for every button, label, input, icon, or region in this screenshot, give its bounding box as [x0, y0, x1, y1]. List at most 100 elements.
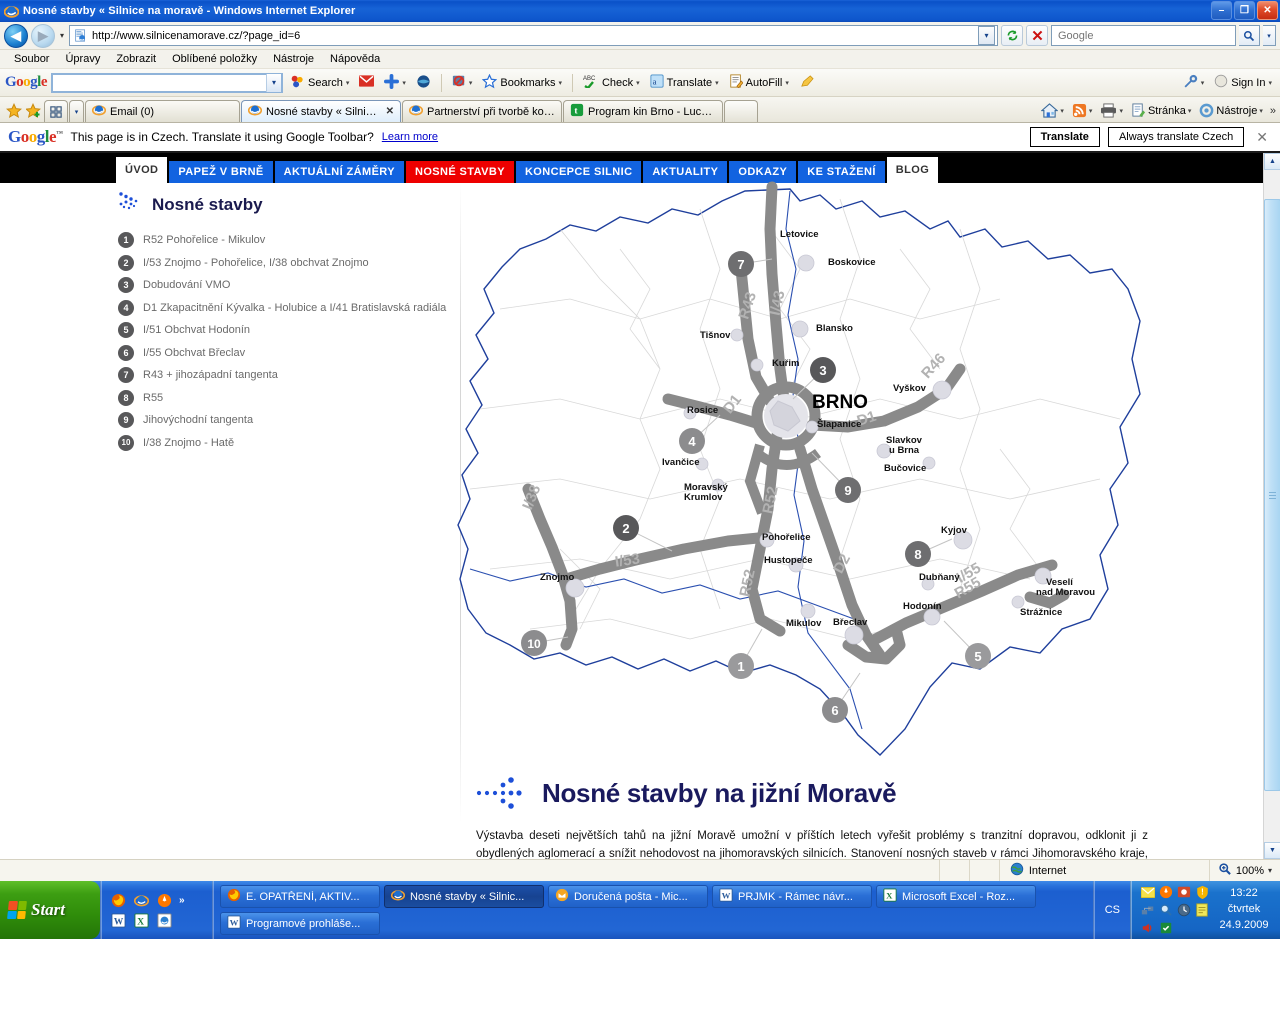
- map-marker-8[interactable]: 8: [905, 541, 931, 567]
- browser-tab-email[interactable]: Email (0): [85, 100, 240, 122]
- chevron-down-icon[interactable]: ▾: [469, 79, 473, 87]
- forward-button[interactable]: ▶: [31, 23, 55, 48]
- scroll-down-button[interactable]: ▼: [1264, 842, 1280, 859]
- start-button[interactable]: Start: [0, 881, 100, 939]
- search-input[interactable]: [1056, 28, 1231, 43]
- toolbar-settings-button[interactable]: ▾: [1180, 72, 1208, 94]
- share-button[interactable]: [413, 72, 434, 94]
- back-button[interactable]: ◀: [4, 23, 28, 48]
- language-indicator[interactable]: CS: [1092, 881, 1130, 939]
- list-item[interactable]: 2 I/53 Znojmo - Pohořelice, I/38 obchvat…: [118, 254, 458, 271]
- list-item[interactable]: 4 D1 Zkapacitnění Kývalka - Holubice a I…: [118, 299, 458, 316]
- avast-icon[interactable]: [1158, 885, 1174, 899]
- taskbar-button-outlook[interactable]: Doručená pošta - Mic...: [548, 885, 708, 908]
- map-marker-4[interactable]: 4: [679, 428, 705, 454]
- list-item[interactable]: 1 R52 Pohořelice - Mikulov: [118, 232, 458, 248]
- minimize-button[interactable]: –: [1211, 1, 1232, 20]
- map-marker-10[interactable]: 10: [521, 630, 547, 656]
- google-search-box[interactable]: ▾: [51, 72, 284, 93]
- chevron-down-icon[interactable]: ▾: [1268, 79, 1272, 87]
- quick-launch-overflow-icon[interactable]: »: [179, 895, 185, 906]
- autofill-button[interactable]: AutoFill ▾: [726, 72, 792, 93]
- chevron-down-icon[interactable]: ▾: [636, 79, 640, 87]
- map-marker-5[interactable]: 5: [965, 643, 991, 669]
- menu-soubor[interactable]: Soubor: [6, 51, 57, 67]
- chevron-down-icon[interactable]: ▾: [346, 79, 350, 87]
- search-dropdown-icon[interactable]: ▾: [1263, 25, 1276, 46]
- menu-upravy[interactable]: Úpravy: [57, 51, 108, 67]
- menu-nastroje[interactable]: Nástroje: [265, 51, 322, 67]
- zoom-control[interactable]: 100% ▾: [1210, 860, 1280, 881]
- security-zone[interactable]: Internet: [1000, 860, 1210, 881]
- learn-more-link[interactable]: Learn more: [382, 131, 438, 143]
- translate-button[interactable]: a Translate ▾: [647, 72, 722, 93]
- map-marker-7[interactable]: 7: [728, 251, 754, 277]
- list-item[interactable]: 8 R55: [118, 389, 458, 406]
- list-item[interactable]: 6 I/55 Obchvat Břeclav: [118, 344, 458, 361]
- chevron-down-icon[interactable]: ▾: [785, 79, 789, 87]
- notes-icon[interactable]: [1194, 903, 1210, 917]
- south-moravia-map[interactable]: R43 I/43 R46 D1 D1 R52 I/38 I/53 R52 D2 …: [450, 179, 1170, 759]
- refresh-button[interactable]: [1001, 25, 1023, 46]
- chevron-down-icon[interactable]: ▾: [1268, 866, 1272, 875]
- menu-oblibene[interactable]: Oblíbené položky: [164, 51, 265, 67]
- bookmarks-button[interactable]: Bookmarks ▾: [479, 72, 565, 94]
- firefox-icon[interactable]: [110, 892, 126, 908]
- favorites-center-icon[interactable]: [4, 100, 24, 122]
- feeds-button[interactable]: ▾: [1069, 101, 1096, 120]
- page-menu-button[interactable]: Stránka ▾: [1128, 101, 1194, 120]
- tools-menu-button[interactable]: Nástroje ▾: [1196, 101, 1265, 120]
- gmail-button[interactable]: [356, 73, 377, 92]
- list-item[interactable]: 5 I/51 Obchvat Hodonín: [118, 322, 458, 338]
- word-icon[interactable]: W: [110, 912, 126, 928]
- vertical-scrollbar[interactable]: ▲ ▼: [1263, 153, 1280, 859]
- chevron-down-icon[interactable]: ▾: [1259, 107, 1263, 115]
- always-translate-button[interactable]: Always translate Czech: [1107, 127, 1245, 147]
- avast-icon[interactable]: [156, 892, 172, 908]
- sign-in-button[interactable]: Sign In ▾: [1211, 72, 1275, 93]
- new-tab-button[interactable]: [724, 100, 758, 122]
- history-dropdown-icon[interactable]: ▾: [58, 31, 66, 40]
- search-icon[interactable]: [1158, 903, 1174, 917]
- map-marker-1[interactable]: 1: [728, 653, 754, 679]
- list-item[interactable]: 10 I/38 Znojmo - Hatě: [118, 434, 458, 451]
- taskbar-clock[interactable]: 13:22 čtvrtek 24.9.2009: [1216, 886, 1272, 934]
- highlighter-button[interactable]: [796, 72, 817, 94]
- chevron-down-icon[interactable]: ▾: [1201, 79, 1205, 87]
- popup-blocker-button[interactable]: ▾: [449, 72, 476, 93]
- update-icon[interactable]: [1158, 921, 1174, 935]
- ie-search-box[interactable]: [1051, 25, 1236, 46]
- ie-icon[interactable]: [133, 892, 149, 908]
- google-search-input[interactable]: [53, 75, 267, 90]
- list-item[interactable]: 9 Jihovýchodní tangenta: [118, 412, 458, 428]
- clock-icon[interactable]: [1176, 903, 1192, 917]
- chevron-down-icon[interactable]: ▾: [1089, 107, 1093, 115]
- print-button[interactable]: ▾: [1097, 101, 1126, 120]
- map-marker-3[interactable]: 3: [810, 357, 836, 383]
- taskbar-button-nosne-stavby[interactable]: Nosné stavby « Silnic...: [384, 885, 544, 908]
- site-nav-papez-v-brne[interactable]: PAPEŽ V BRNĚ: [169, 161, 273, 183]
- google-search-dropdown-icon[interactable]: ▾: [266, 73, 282, 92]
- translate-button[interactable]: Translate: [1029, 127, 1100, 147]
- photo-icon[interactable]: [1176, 885, 1192, 899]
- map-svg[interactable]: R43 I/43 R46 D1 D1 R52 I/38 I/53 R52 D2 …: [450, 179, 1170, 759]
- scroll-up-button[interactable]: ▲: [1264, 153, 1280, 170]
- url-dropdown-icon[interactable]: ▾: [978, 26, 995, 45]
- stop-button[interactable]: [1026, 25, 1048, 46]
- add-to-favorites-icon[interactable]: [24, 100, 44, 122]
- maximize-button[interactable]: ❐: [1234, 1, 1255, 20]
- menu-napoveda[interactable]: Nápověda: [322, 51, 388, 67]
- map-marker-9[interactable]: 9: [835, 477, 861, 503]
- close-button[interactable]: ✕: [1257, 1, 1278, 20]
- check-button[interactable]: ABC Check ▾: [580, 72, 643, 93]
- volume-icon[interactable]: [1140, 921, 1156, 935]
- mail-icon[interactable]: [1140, 886, 1156, 898]
- shield-icon[interactable]: !: [1194, 885, 1210, 899]
- scrollbar-thumb[interactable]: [1264, 199, 1280, 791]
- taskbar-button-programove[interactable]: W Programové prohláše...: [220, 912, 380, 935]
- taskbar-button-opatreni[interactable]: E. OPATŘENÍ, AKTIV...: [220, 885, 380, 908]
- chevron-down-icon[interactable]: ▾: [1188, 107, 1192, 115]
- plus-button[interactable]: ▾: [381, 72, 409, 94]
- browser-tab-nosne-stavby[interactable]: Nosné stavby « Silnice na... ✕: [241, 100, 401, 122]
- browser-tab-program-kin[interactable]: t Program kin Brno - Lucerna - ...: [563, 100, 723, 122]
